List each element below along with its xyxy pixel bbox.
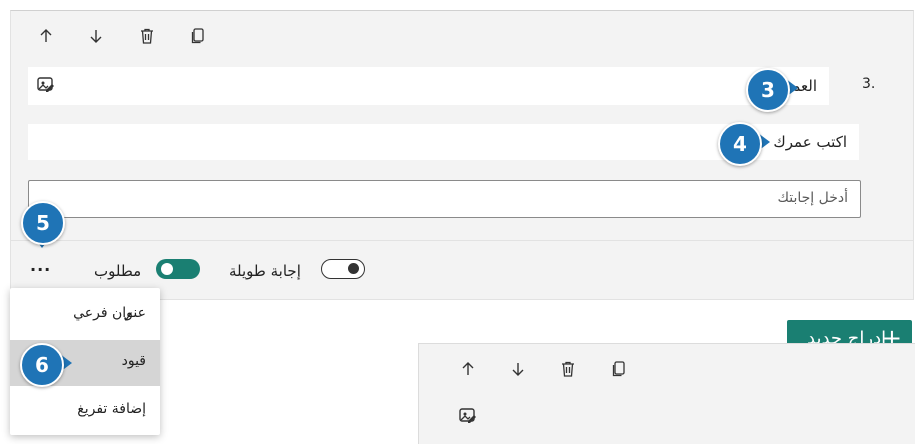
move-up-button[interactable] xyxy=(456,357,480,381)
copy-button[interactable] xyxy=(607,357,631,381)
arrow-up-icon xyxy=(40,29,52,42)
delete-button[interactable] xyxy=(135,24,159,48)
toggle-knob xyxy=(348,263,359,274)
callout-6: 6 xyxy=(20,343,64,387)
arrow-down-icon xyxy=(90,30,102,43)
callout-5: 5 xyxy=(21,201,65,245)
menu-item-add-branching[interactable]: إضافة تفريغ xyxy=(10,388,160,434)
long-answer-toggle[interactable] xyxy=(321,259,365,279)
delete-button[interactable] xyxy=(556,357,580,381)
answer-input[interactable]: أدخل إجابتك xyxy=(28,180,861,218)
callout-4: 4 xyxy=(718,122,762,166)
trash-icon xyxy=(562,361,574,377)
trash-icon xyxy=(141,28,153,44)
copy-icon xyxy=(191,28,204,44)
answer-placeholder: أدخل إجابتك xyxy=(777,190,848,206)
copy-button[interactable] xyxy=(186,24,210,48)
question-subtitle: اكتب عمرك xyxy=(773,133,847,151)
question-title-field[interactable]: العمر xyxy=(28,67,829,105)
copy-icon xyxy=(612,361,625,377)
callout-3: 3 xyxy=(746,68,790,112)
divider xyxy=(10,240,914,241)
question-number: 3. xyxy=(862,76,876,92)
insert-image-icon[interactable] xyxy=(36,75,56,95)
menu-item-label: عنوان فرعي xyxy=(73,305,146,321)
menu-item-label: قيود xyxy=(121,353,146,369)
insert-image-icon[interactable] xyxy=(458,406,478,426)
required-label: مطلوب xyxy=(94,262,142,280)
long-answer-label: إجابة طويلة xyxy=(229,262,301,280)
menu-item-label: إضافة تفريغ xyxy=(77,401,146,417)
arrow-down-icon xyxy=(512,363,524,376)
menu-item-subtitle[interactable]: ✓ عنوان فرعي xyxy=(10,292,160,338)
required-toggle[interactable] xyxy=(156,259,200,279)
move-down-button[interactable] xyxy=(506,357,530,381)
move-up-button[interactable] xyxy=(34,24,58,48)
arrow-up-icon xyxy=(462,362,474,375)
toggle-knob xyxy=(161,263,173,275)
next-question-card xyxy=(418,343,915,444)
move-down-button[interactable] xyxy=(84,24,108,48)
more-options-button[interactable]: ... xyxy=(30,256,52,276)
